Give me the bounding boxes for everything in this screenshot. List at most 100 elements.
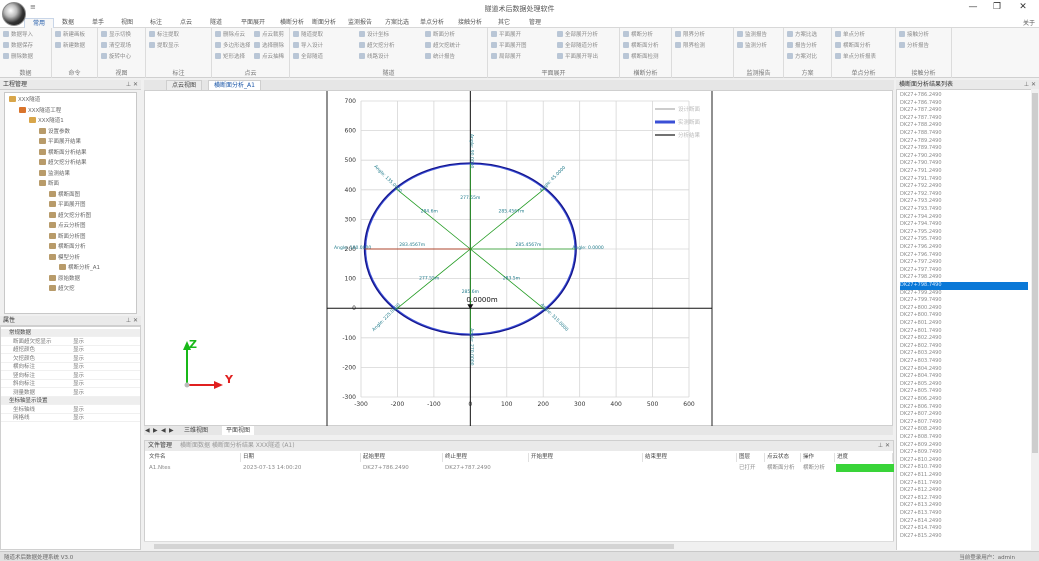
result-list-item[interactable]: DK27+805.7490 [900,388,1028,396]
ribbon-tab[interactable]: 断面分析 [308,18,340,28]
result-list-item[interactable]: DK27+814.7490 [900,525,1028,533]
pin-icon[interactable]: ⊥ ✕ [878,441,890,451]
result-list-item[interactable]: DK27+802.2490 [900,335,1028,343]
ribbon-button[interactable]: 点云抽稀 [254,53,289,62]
tree-node[interactable]: 超欠挖分析结果 [39,159,87,168]
result-list-item[interactable]: DK27+805.2490 [900,381,1028,389]
ribbon-button[interactable]: 选择删除 [254,42,289,51]
ribbon-button[interactable]: 超欠挖分析 [359,42,421,51]
ribbon-button[interactable]: 报告分析 [787,42,831,51]
ribbon-button[interactable]: 删除数据 [3,53,51,62]
ribbon-tab[interactable]: 隧道 [202,18,230,28]
document-tab[interactable]: 横断面分析_A1 [208,80,261,90]
ribbon-button[interactable]: 平面展开图 [491,42,553,51]
tree-node[interactable]: 超欠挖分析图 [49,211,91,221]
file-column-header[interactable]: 操作 [801,453,835,462]
ribbon-button[interactable]: 多边形选择 [215,42,250,51]
result-list-item[interactable]: DK27+790.7490 [900,160,1028,168]
ribbon-tab[interactable]: 标注 [142,18,170,28]
ribbon-button[interactable]: 限界检测 [675,42,733,51]
tree-node[interactable]: XXX隧道 [9,96,40,105]
ribbon-button[interactable]: 方案比选 [787,31,831,40]
ribbon-button[interactable]: 旋转中心 [101,53,145,62]
result-list-item[interactable]: DK27+808.2490 [900,426,1028,434]
tree-node[interactable]: 横断分析_A1 [59,264,100,273]
ribbon-button[interactable]: 隧道提取 [293,31,355,40]
vertical-scrollbar[interactable] [1031,89,1039,550]
ribbon-button[interactable]: 矩形选择 [215,53,250,62]
result-list-item[interactable]: DK27+788.7490 [900,130,1028,138]
ribbon-button[interactable]: 监测报告 [737,31,783,40]
result-list-item[interactable]: DK27+794.2490 [900,214,1028,222]
ribbon-tab[interactable]: 监测报告 [341,18,379,28]
result-list-item[interactable]: DK27+809.2490 [900,442,1028,450]
ribbon-button[interactable]: 横断面分析 [623,42,671,51]
result-list-item[interactable]: DK27+812.7490 [900,495,1028,503]
result-list-item[interactable]: DK27+791.2490 [900,168,1028,176]
view-nav-button[interactable]: ◀ [144,426,151,435]
tree-node[interactable]: 断面分析图 [49,232,86,242]
ribbon-tab[interactable]: 常用 [24,18,54,28]
view-tab[interactable]: 平面视图 [222,426,255,435]
ribbon-button[interactable]: 数据保存 [3,42,51,51]
ribbon-button[interactable]: 接触分析 [899,31,951,40]
file-column-header[interactable]: 结束里程 [643,453,737,462]
result-list-item[interactable]: DK27+792.7490 [900,191,1028,199]
tree-node[interactable]: 点云分析图 [49,222,86,231]
result-list-item[interactable]: DK27+797.2490 [900,259,1028,267]
ribbon-button[interactable]: 超欠挖统计 [425,42,487,51]
ribbon-button[interactable]: 显示切换 [101,31,145,40]
result-list-item[interactable]: DK27+791.7490 [900,176,1028,184]
tree-node[interactable]: 原始数据 [49,274,80,284]
document-tab[interactable]: 点云视图 [166,80,203,90]
tree-node[interactable]: 平面展开结果 [39,138,81,147]
result-list-item[interactable]: DK27+787.7490 [900,115,1028,123]
tree-node[interactable]: 横断面分析结果 [39,148,87,158]
ribbon-button[interactable]: 单点分析报表 [835,53,895,62]
result-list-item[interactable]: DK27+807.7490 [900,419,1028,427]
result-list-item[interactable]: DK27+796.2490 [900,244,1028,252]
result-list-item[interactable]: DK27+804.7490 [900,373,1028,381]
ribbon-button[interactable]: 方案对比 [787,53,831,62]
view-nav-button[interactable]: ▶ [168,426,175,435]
app-logo-icon[interactable] [2,2,26,26]
ribbon-button[interactable]: 删除点云 [215,31,250,40]
ribbon-button[interactable]: 全部展开分析 [557,31,619,40]
result-list-item[interactable]: DK27+813.7490 [900,510,1028,518]
result-list-item[interactable]: DK27+806.7490 [900,404,1028,412]
result-list-item[interactable]: DK27+809.7490 [900,449,1028,457]
ribbon-button[interactable]: 平面展开 [491,31,553,40]
file-column-header[interactable]: 日期 [241,453,361,462]
ribbon-button[interactable]: 清空现场 [101,42,145,51]
result-list-item[interactable]: DK27+811.7490 [900,480,1028,488]
result-list-item[interactable]: DK27+803.7490 [900,358,1028,366]
ribbon-button[interactable]: 设计坐标 [359,31,421,40]
result-list-item[interactable]: DK27+801.2490 [900,320,1028,328]
result-list-item[interactable]: DK27+795.2490 [900,229,1028,237]
ribbon-tab[interactable]: 横断分析 [276,18,308,28]
ribbon-tab[interactable]: 点云 [171,18,201,28]
ribbon-button[interactable]: 提取显示 [149,42,211,51]
horizontal-scrollbar[interactable] [144,541,894,550]
ribbon-button[interactable]: 分析报告 [899,42,951,51]
result-list-item[interactable]: DK27+800.7490 [900,312,1028,320]
ribbon-tab[interactable]: 管理 [520,18,550,28]
property-row[interactable]: 断面超欠挖显示 显示 [1,338,140,346]
property-row[interactable]: 测量数据 显示 [1,389,140,397]
result-list-item[interactable]: DK27+801.7490 [900,328,1028,336]
tree-node[interactable]: 平面展开图 [49,201,86,210]
result-list-item[interactable]: DK27+794.7490 [900,221,1028,229]
result-list-item[interactable]: DK27+798.2490 [900,274,1028,282]
ribbon-tab[interactable]: 方案比选 [380,18,414,28]
scroll-thumb[interactable] [154,544,674,549]
ribbon-button[interactable]: 平面展开导出 [557,53,619,62]
minimize-button[interactable]: — [962,0,984,15]
ribbon-button[interactable]: 横断分析 [623,31,671,40]
result-list-item[interactable]: DK27+812.2490 [900,487,1028,495]
ribbon-button[interactable]: 新建画板 [55,31,97,40]
tree-node[interactable]: XXX隧道1 [29,117,64,126]
ribbon-button[interactable]: 数据导入 [3,31,51,40]
pin-icon[interactable]: ⊥ ✕ [126,80,138,90]
result-list-item[interactable]: DK27+798.7490 [900,282,1028,290]
tree-node[interactable]: 监测结果 [39,169,70,179]
